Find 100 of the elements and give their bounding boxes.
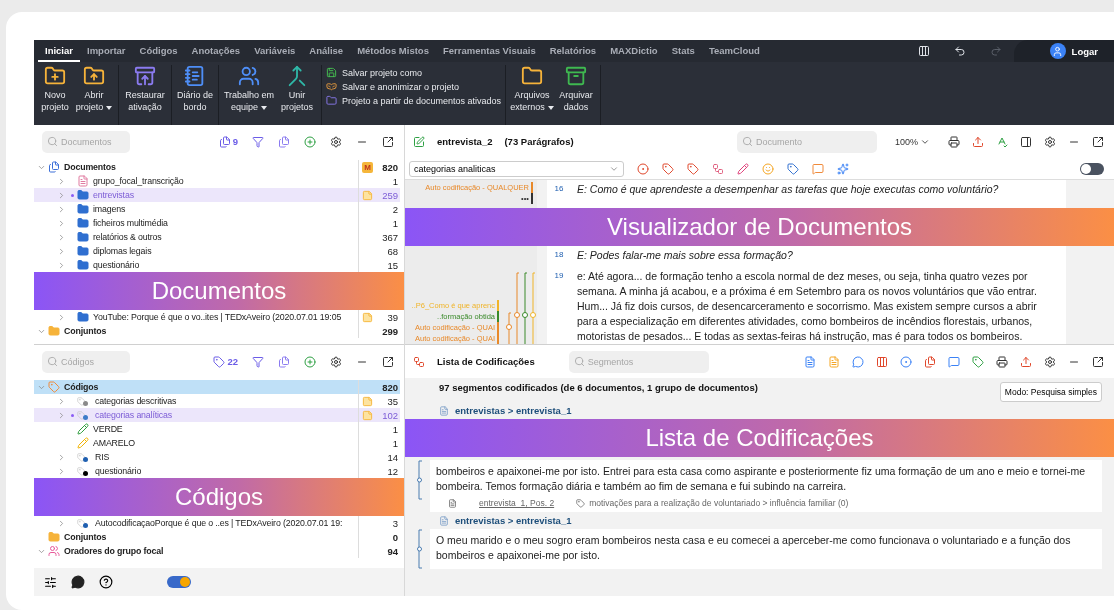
paragraph-count: (73 Parágrafos) [504,136,574,147]
export-icon[interactable] [1020,355,1032,368]
export-icon[interactable] [972,135,984,148]
activated-icon[interactable] [213,355,226,368]
ribbon-button[interactable]: Abrir projeto [74,65,114,113]
menu-tab[interactable]: Importar [80,40,133,62]
tree-row[interactable]: imagens 2 [34,202,400,216]
menu-tab[interactable]: Códigos [132,40,185,62]
tree-row[interactable]: Códigos 820 [34,380,400,394]
settings-icon[interactable] [330,135,342,148]
login-button[interactable]: Logar [1013,40,1114,62]
settings-icon[interactable] [330,355,342,368]
filter-icon[interactable] [252,135,264,148]
tree-row[interactable]: entrevistas 259 [34,188,400,202]
segment-header: entrevistas > entrevista_1 [455,405,572,416]
folder-icon [48,325,60,337]
tree-row[interactable]: diplomas legais 68 [34,244,400,258]
search-field[interactable]: Documentos [42,130,130,153]
menu-tab[interactable]: Iniciar [38,40,80,62]
search-field[interactable]: Documento [736,130,877,153]
add-icon[interactable] [304,355,316,368]
highlighter-icon[interactable] [737,162,749,175]
ribbon-button[interactable]: Salvar projeto como [326,67,502,78]
tree-row[interactable]: ficheiros multimédia 1 [34,216,400,230]
code-dropdown[interactable]: categorias analiticas [409,160,624,177]
tree-row[interactable]: Conjuntos 0 [34,530,400,544]
tree-row[interactable]: Conjuntos 299 [34,324,400,338]
mode-button[interactable]: Modo: Pesquisa simples [999,382,1102,402]
comment-icon[interactable] [852,355,864,368]
menu-tab[interactable]: Métodos Mistos [350,40,436,62]
code-path: motivações para a realização de voluntariado > influência familiar (0) [589,498,849,508]
menu-tab[interactable]: Variáveis [247,40,303,62]
code-icon[interactable] [900,355,912,368]
code-icon[interactable] [637,162,649,175]
popout-icon[interactable] [382,355,394,368]
undo-icon[interactable] [953,45,966,57]
tree-label: diplomas legais [93,246,153,256]
popout-icon[interactable] [1092,135,1104,148]
tree-row[interactable]: YouTube: Porque é que o vo..ites | TEDxAveiro (2020.07.01 19:05 39 [34,310,400,324]
print-icon[interactable] [996,355,1008,368]
ribbon-button[interactable]: Diário de bordo [176,65,214,113]
tree-row[interactable]: categorias analíticas 102 [34,408,400,422]
menu-tab[interactable]: TeamCloud [701,40,767,62]
menu-tab[interactable]: Stats [664,40,702,62]
settings-icon[interactable] [1044,355,1056,368]
redo-icon[interactable] [989,45,1002,57]
count: 102 [382,409,398,421]
zoom-dropdown[interactable]: 100% [894,136,930,147]
tree-row[interactable]: VERDE 1 [34,422,400,436]
comment-icon[interactable] [812,162,824,175]
code-new-icon[interactable] [687,162,699,175]
tree-row[interactable]: AutocodificaçaoPorque é que o ..es | TEDxAveiro (2020.07.01 19: 3 [34,516,400,530]
document-icon[interactable] [804,355,816,368]
spellcheck-icon[interactable] [996,135,1008,148]
tree-row[interactable]: relatórios & outros 367 [34,230,400,244]
ribbon-button[interactable]: Novo projeto [38,65,72,113]
count: 1 [392,175,398,187]
mode-toggle[interactable] [167,576,191,588]
menu-tab[interactable]: Anotações [184,40,248,62]
tree-row[interactable]: Documentos M 820 [34,160,400,174]
add-icon[interactable] [304,135,316,148]
documents-icon[interactable] [278,135,290,148]
ribbon-button[interactable]: Arquivos externos [510,65,555,113]
ribbon-button[interactable]: Trabalho em equipe [223,65,275,113]
code-add-icon[interactable] [972,355,984,368]
search-field[interactable]: Códigos [42,350,130,373]
ribbon-button[interactable]: Projeto a partir de documentos ativados [326,95,502,106]
activated-icon[interactable] [218,135,231,148]
table-icon[interactable] [876,355,888,368]
ribbon-button[interactable]: Unir projetos [277,65,317,113]
popout-icon[interactable] [382,135,394,148]
popout-icon[interactable] [1092,355,1104,368]
edit-toggle[interactable] [1080,162,1104,175]
tree-row[interactable]: Oradores do grupo focal 94 [34,544,400,558]
ribbon-button[interactable]: Salvar e anonimizar o projeto [326,81,502,92]
menu-tab[interactable]: MAXDictio [603,40,665,62]
panel-icon[interactable] [1020,135,1032,148]
ai-assist-icon[interactable] [837,162,849,175]
ribbon-button[interactable]: Arquivar dados [556,65,597,113]
documents-icon[interactable] [278,355,290,368]
print-icon[interactable] [948,135,960,148]
search-field[interactable]: Segmentos [568,350,709,373]
settings-icon[interactable] [1044,135,1056,148]
menu-tab[interactable]: Relatórios [542,40,604,62]
tree-label: Conjuntos [64,326,108,336]
chat-icon [71,575,85,589]
callout-banner: Códigos [34,478,404,516]
tree-label: questionário [95,466,143,476]
tree-row[interactable]: AMARELO 1 [34,436,400,450]
menu-tab[interactable]: Ferramentas Visuais [435,40,543,62]
copy-icon[interactable] [924,355,936,368]
code-add-icon[interactable] [662,162,674,175]
menu-tab[interactable]: Análise [302,40,351,62]
ribbon-button[interactable]: Restaurar ativação [123,65,167,113]
filter-icon[interactable] [252,355,264,368]
source-link[interactable]: entrevista_1, Pos. 2 [479,498,555,508]
tree-row[interactable]: RIS 14 [34,450,400,464]
folder-icon [77,189,89,201]
folder-plus-icon [44,65,66,87]
columns-icon[interactable] [917,45,930,57]
